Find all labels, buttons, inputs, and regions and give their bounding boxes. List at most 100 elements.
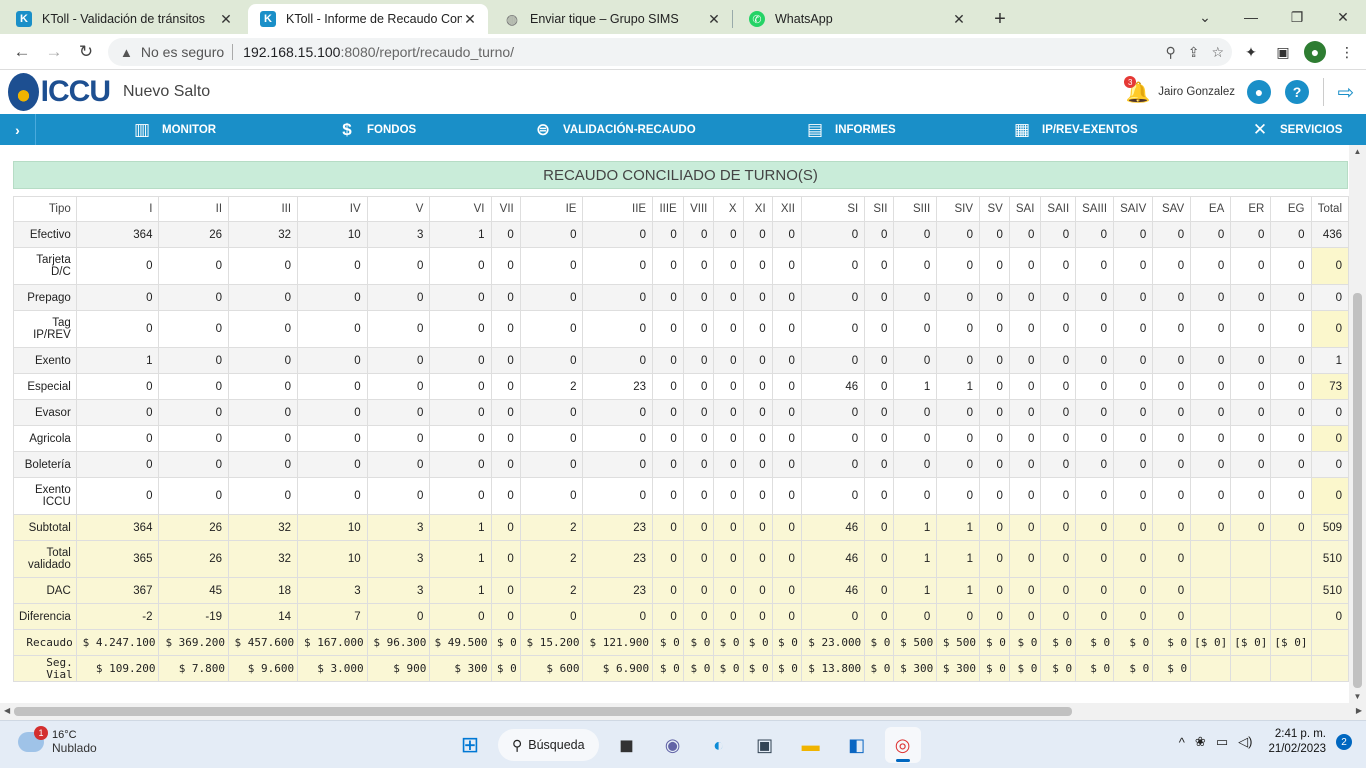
logout-icon[interactable]: ⇨ [1334,80,1358,105]
security-label[interactable]: No es seguro [141,44,224,60]
table-cell: 0 [1075,221,1115,248]
task-view-icon[interactable]: ◼ [609,727,645,763]
nav-ip-rev-exentos[interactable]: ▦ IP/REV-EXENTOS [1011,114,1138,145]
table-cell: 0 [490,477,521,515]
table-cell: 0 [582,603,654,630]
file-explorer-icon[interactable]: ▬ [793,727,829,763]
network-app-icon[interactable]: ▣ [747,727,783,763]
table-cell: 0 [1113,310,1154,348]
vertical-scroll-thumb[interactable] [1353,293,1362,688]
table-cell: 0 [864,514,895,541]
table-cell: 0 [1230,247,1272,285]
user-profile-icon[interactable]: ● [1247,80,1271,104]
table-cell: 0 [1040,451,1077,478]
table-cell: $ 0 [1008,655,1042,682]
table-cell: $ 121.900 [582,629,654,656]
close-tab-icon[interactable]: ✕ [462,11,478,28]
teams-chat-icon[interactable]: ◉ [655,727,691,763]
close-tab-icon[interactable]: ✕ [218,11,234,28]
user-name[interactable]: Jairo Gonzalez [1158,86,1235,98]
profile-avatar-icon[interactable]: ● [1304,41,1326,63]
notifications-bell-icon[interactable]: 🔔 3 [1124,76,1151,104]
table-row: Seg. Vial $ 109.200 $ 7.800 $ 9.600 $ 3.000 $… [13,655,1349,682]
nav-fondos[interactable]: $ FONDOS [336,114,416,145]
table-cell: $ 0 [979,629,1010,656]
table-cell: 0 [800,247,866,285]
table-row: Evasor 0 0 0 0 0 0 0 0 0 0 0 0 0 0 0 0 0 0 0 0 0 0 0 0 0 0 0 0 [13,399,1349,426]
scroll-up-arrow-icon[interactable]: ▲ [1349,147,1366,156]
nav-servicios[interactable]: ✕ SERVICIOS [1249,114,1343,145]
forward-arrow-icon[interactable]: → [38,36,70,68]
taskbar-search[interactable]: ⚲ Búsqueda [498,729,599,761]
tab-search-chevron-icon[interactable]: ⌄ [1182,0,1228,34]
back-arrow-icon[interactable]: ← [6,36,38,68]
new-tab-button[interactable]: + [985,4,1015,34]
edge-icon[interactable]: ◐ [701,727,737,763]
table-cell: 0 [519,451,584,478]
maximize-icon[interactable]: ❐ [1274,0,1320,34]
address-bar[interactable]: ▲ No es seguro 192.168.15.100:8080/repor… [108,38,1232,66]
zoom-magnifier-icon[interactable]: ⚲ [1165,44,1175,61]
nav-validacion-recaudo[interactable]: ⊜ VALIDACIÓN-RECAUDO [532,114,696,145]
column-header: SAV [1152,196,1192,222]
browser-tab-0[interactable]: K KToll - Validación de tránsitos ✕ [4,4,244,34]
tray-chevron-up-icon[interactable]: ^ [1179,735,1185,750]
clock[interactable]: 2:41 p. m. 21/02/2023 [1268,727,1326,757]
table-cell: 0 [864,425,895,452]
bookmark-star-icon[interactable]: ☆ [1211,44,1224,61]
scroll-right-arrow-icon[interactable]: ▶ [1356,706,1362,715]
tray-app-icon[interactable]: ❀ [1195,734,1206,750]
close-tab-icon[interactable]: ✕ [951,11,967,28]
extensions-puzzle-icon[interactable]: ✦ [1240,41,1262,63]
reload-icon[interactable]: ↻ [70,36,102,68]
nav-informes[interactable]: ▤ INFORMES [804,114,896,145]
horizontal-scroll-thumb[interactable] [14,707,1072,716]
help-icon[interactable]: ? [1285,80,1309,104]
side-panel-icon[interactable]: ▣ [1272,41,1294,63]
close-window-icon[interactable]: ✕ [1320,0,1366,34]
share-icon[interactable]: ⇪ [1188,44,1200,61]
table-cell: 0 [1075,284,1115,311]
browser-tab-3[interactable]: ✆ WhatsApp ✕ [737,4,977,34]
browser-tab-2[interactable]: ◍ Enviar tique – Grupo SIMS ✕ [492,4,732,34]
table-cell: $ 500 [893,629,938,656]
table-cell: 10 [297,540,368,578]
table-cell: 0 [1113,425,1154,452]
table-cell: 0 [652,310,684,348]
table-cell: 0 [1008,603,1042,630]
table-cell: 0 [893,425,938,452]
weather-widget[interactable]: 1 16°C Nublado [18,726,97,755]
scroll-down-arrow-icon[interactable]: ▼ [1349,692,1366,701]
table-cell [1270,540,1312,578]
table-cell: 0 [936,310,981,348]
table-row: Efectivo 364 26 32 10 3 1 0 0 0 0 0 0 0 0 0 0 0 0 0 0 0 0 0 0 0 0 0… [13,221,1349,248]
vscode-icon[interactable]: ◧ [839,727,875,763]
horizontal-scrollbar[interactable]: ◀ ▶ [0,703,1366,720]
sidebar-toggle-chevron-icon[interactable]: › [0,114,36,145]
table-cell: 0 [1075,603,1115,630]
network-icon[interactable]: ▭ [1216,734,1228,750]
nav-monitor[interactable]: ▥ MONITOR [131,114,216,145]
table-cell: 0 [652,373,684,400]
notification-count-badge: 3 [1124,76,1137,88]
table-cell [1310,655,1349,682]
vertical-scrollbar[interactable]: ▲ ▼ [1349,145,1366,703]
scroll-left-arrow-icon[interactable]: ◀ [4,706,10,715]
volume-icon[interactable]: ◁) [1238,734,1252,750]
browser-menu-icon[interactable]: ⋮ [1336,41,1358,63]
browser-tab-1[interactable]: K KToll - Informe de Recaudo Conc ✕ [248,4,488,34]
start-windows-icon[interactable]: ⊞ [452,727,488,763]
table-cell: 0 [1190,451,1232,478]
chrome-icon[interactable]: ◎ [884,727,921,763]
table-cell: 0 [1113,577,1154,604]
warning-triangle-icon[interactable]: ▲ [120,45,133,60]
extension-area: ✦ ▣ ● ⋮ [1240,38,1358,66]
table-cell: 46 [800,373,866,400]
close-tab-icon[interactable]: ✕ [706,11,722,28]
minimize-icon[interactable]: — [1228,0,1274,34]
iccu-logo[interactable]: ICCU [8,73,111,111]
main-nav: › ▥ MONITOR $ FONDOS ⊜ VALIDACIÓN-RECAUDO ▤… [0,114,1366,145]
notification-center-badge[interactable]: 2 [1336,734,1352,750]
row-label: Especial [13,373,77,400]
table-cell: 0 [490,425,521,452]
